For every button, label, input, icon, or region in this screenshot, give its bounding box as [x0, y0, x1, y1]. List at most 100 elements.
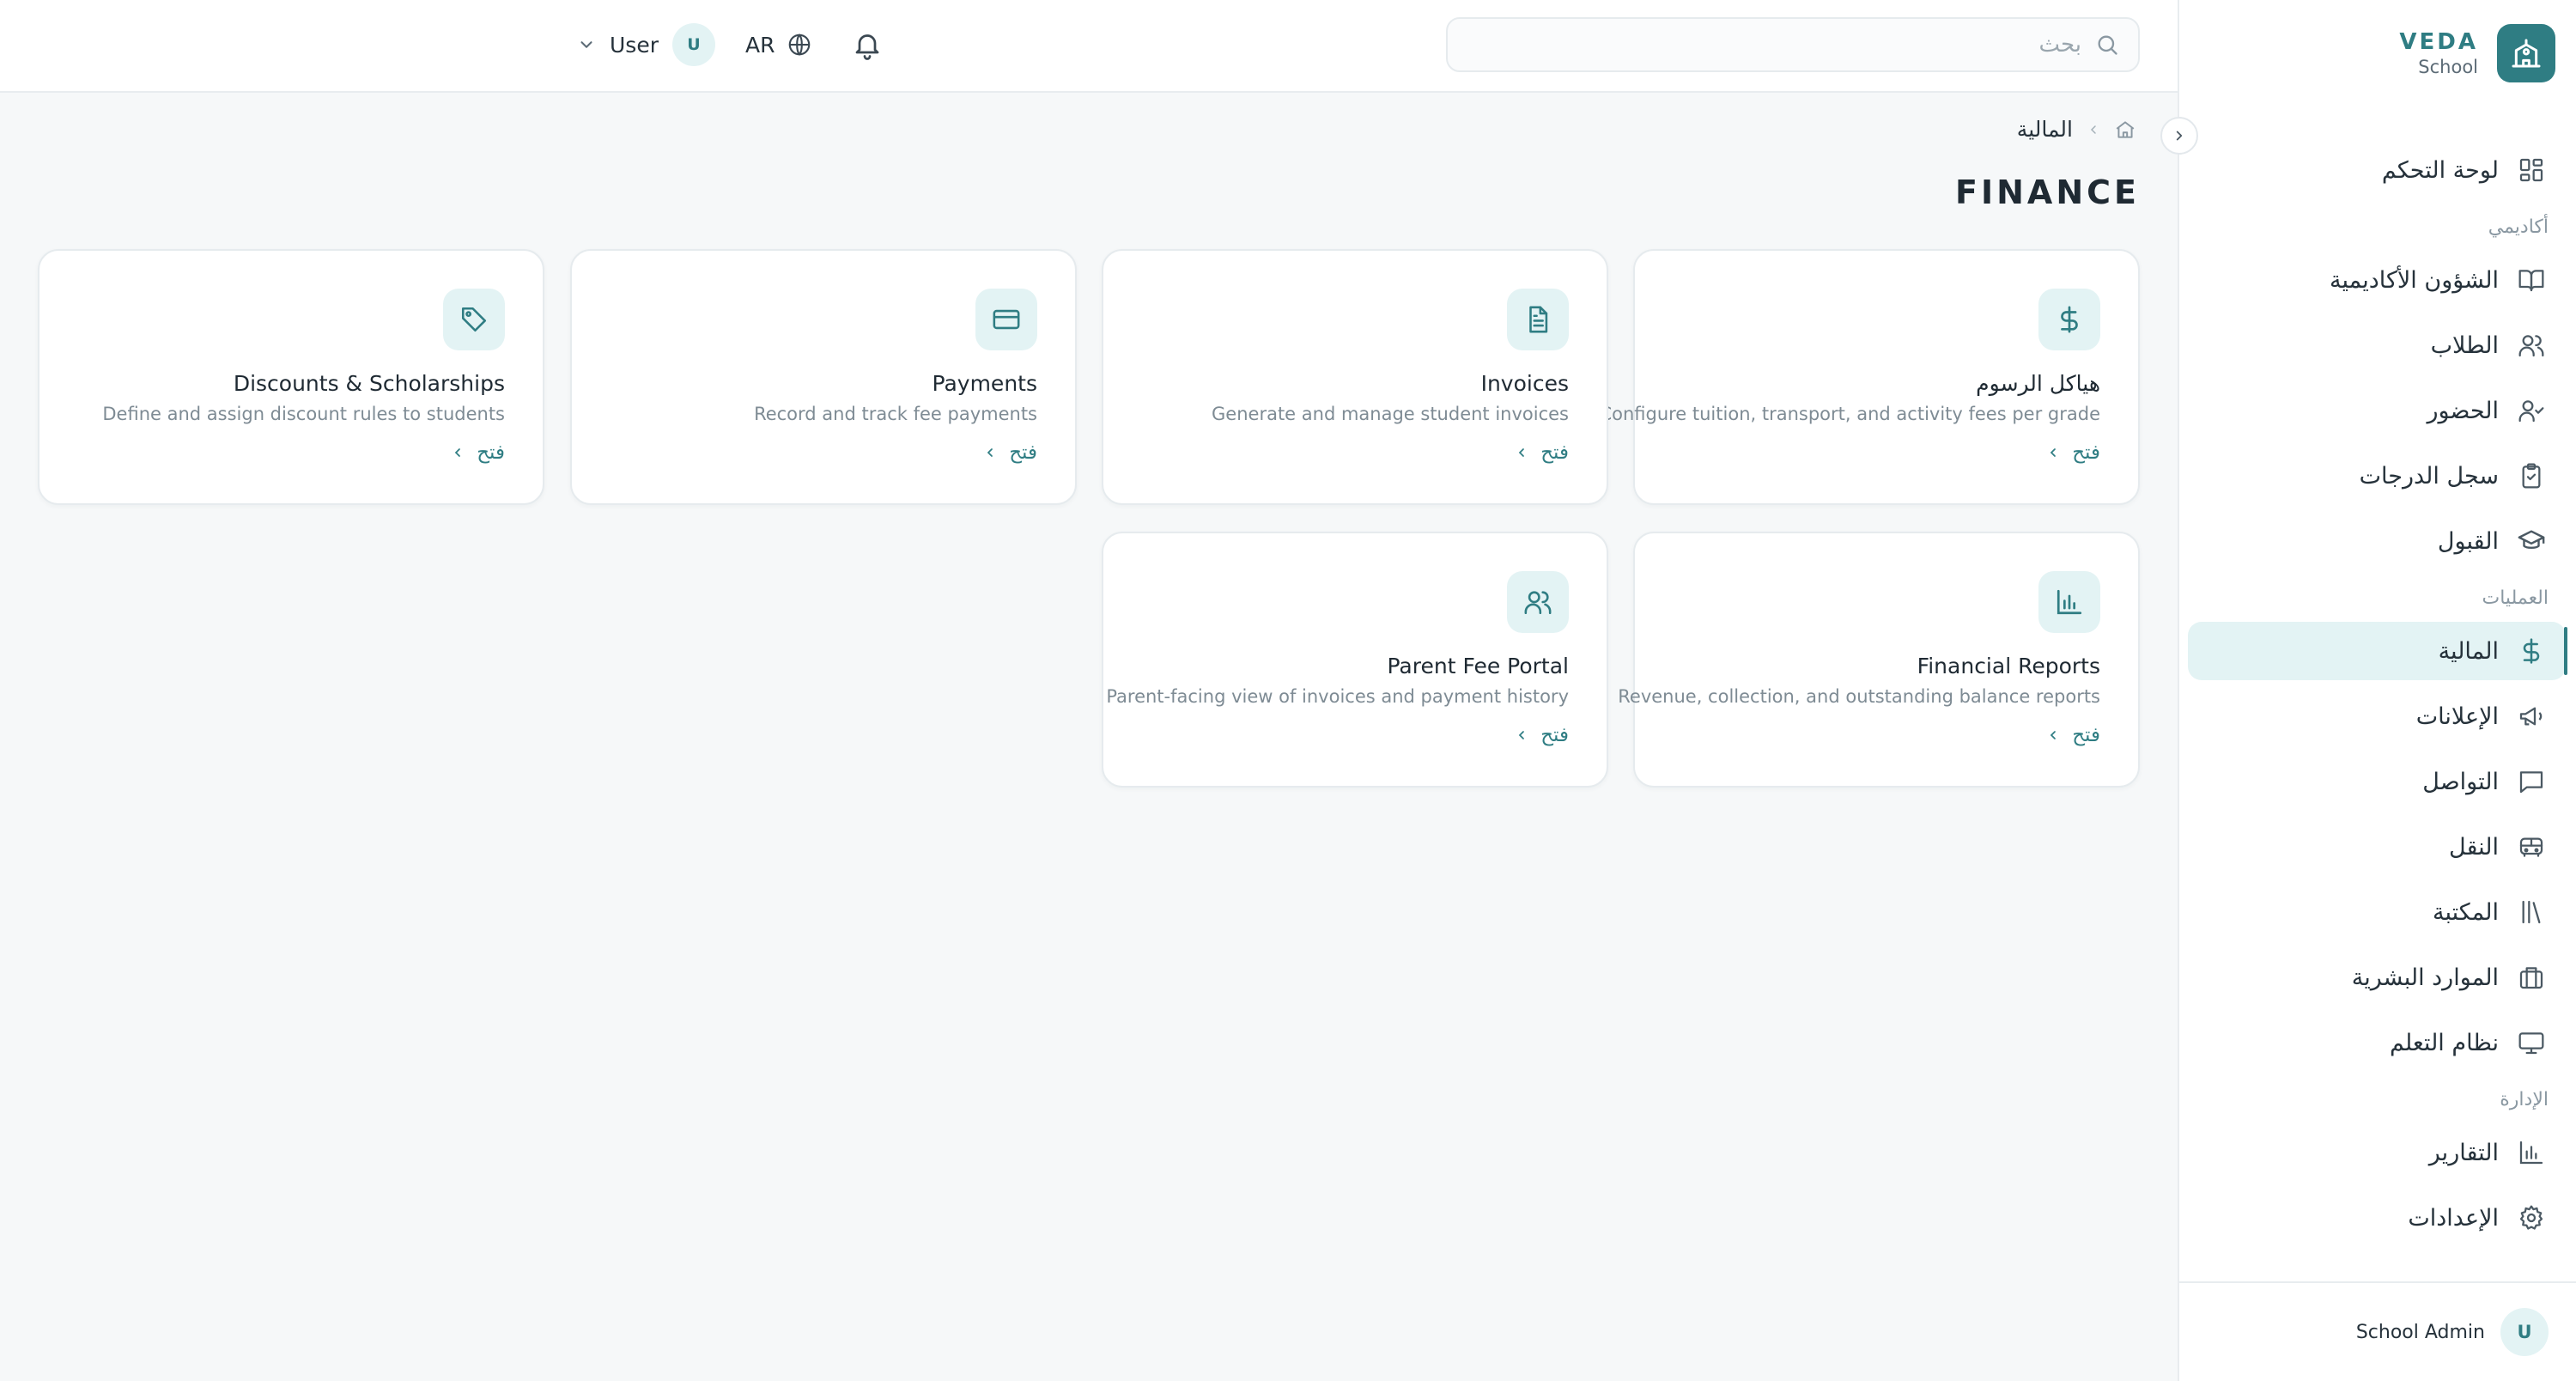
parent-fee-portal-card[interactable]: Parent Fee Portal Parent-facing view of … — [1102, 532, 1608, 788]
language-switcher[interactable]: AR — [745, 26, 812, 64]
megaphone-icon — [2516, 701, 2547, 732]
open-label: فتح — [1540, 441, 1569, 464]
search-input[interactable] — [1498, 27, 2081, 62]
avatar: U — [671, 23, 715, 66]
card-description: Parent-facing view of invoices and payme… — [1106, 686, 1569, 707]
nav-section-operations: العمليات — [2482, 587, 2549, 609]
bar-chart-icon — [2038, 571, 2100, 633]
sidebar-item-lms[interactable]: نظام التعلم — [2188, 1013, 2566, 1072]
chevron-down-icon — [580, 41, 592, 48]
bus-icon — [2516, 831, 2547, 862]
sidebar-item-label: الحضور — [2427, 397, 2499, 424]
avatar: U — [2500, 1308, 2549, 1356]
card-description: Revenue, collection, and outstanding bal… — [1618, 686, 2100, 707]
card-title: هياكل الرسوم — [1976, 371, 2100, 396]
invoices-card[interactable]: Invoices Generate and manage student inv… — [1102, 249, 1608, 505]
bar-chart-icon — [2516, 1137, 2547, 1168]
fee-structures-card[interactable]: هياكل الرسوم Configure tuition, transpor… — [1599, 249, 2140, 505]
chevron-left-icon — [2090, 125, 2096, 134]
book-icon — [2516, 265, 2547, 295]
open-link[interactable]: فتح — [1515, 441, 1569, 464]
sidebar-item-label: التواصل — [2422, 768, 2499, 795]
open-link[interactable]: فتح — [451, 441, 505, 464]
card-title: Financial Reports — [1917, 654, 2100, 678]
card-description: Configure tuition, transport, and activi… — [1599, 404, 2100, 424]
sidebar-item-label: الموارد البشرية — [2351, 964, 2499, 991]
chevron-left-icon — [987, 448, 993, 457]
sidebar-item-hr[interactable]: الموارد البشرية — [2188, 948, 2566, 1007]
chevron-left-icon — [1518, 731, 1525, 739]
sidebar-item-label: المكتبة — [2432, 898, 2499, 926]
open-link[interactable]: فتح — [1515, 724, 1569, 746]
notifications-button[interactable] — [848, 24, 886, 65]
school-logo-icon — [2497, 24, 2555, 82]
sidebar-item-reports[interactable]: التقارير — [2188, 1123, 2566, 1182]
dollar-icon — [2038, 289, 2100, 350]
sidebar-item-label: سجل الدرجات — [2359, 462, 2499, 490]
nav-section-academic: أكاديمي — [2488, 216, 2549, 238]
collapse-sidebar-button[interactable] — [2160, 117, 2198, 155]
clipboard-check-icon — [2516, 460, 2547, 491]
sidebar-item-label: الشؤون الأكاديمية — [2330, 266, 2499, 294]
sidebar-item-label: النقل — [2449, 833, 2499, 861]
brand[interactable]: VEDA School — [2399, 24, 2555, 82]
open-label: فتح — [2072, 724, 2100, 746]
sidebar-item-dashboard[interactable]: لوحة التحكم — [2188, 141, 2566, 199]
card-description: Define and assign discount rules to stud… — [102, 404, 505, 424]
card-title: Parent Fee Portal — [1387, 654, 1569, 678]
search-icon — [2098, 35, 2117, 55]
users-icon — [2516, 330, 2547, 361]
brand-subtitle: School — [2418, 57, 2478, 77]
search-box[interactable] — [1446, 17, 2140, 72]
payments-card[interactable]: Payments Record and track fee payments ف… — [570, 249, 1077, 505]
gear-icon — [2516, 1202, 2547, 1233]
chevron-right-icon — [2176, 131, 2183, 141]
nav-section-admin: الإدارة — [2500, 1089, 2549, 1110]
sidebar-item-admissions[interactable]: القبول — [2188, 512, 2566, 570]
sidebar-user[interactable]: U School Admin — [2178, 1281, 2576, 1381]
open-link[interactable]: فتح — [2046, 724, 2100, 746]
home-icon[interactable] — [2114, 119, 2136, 141]
sidebar-item-label: نظام التعلم — [2390, 1029, 2499, 1056]
sidebar-item-label: لوحة التحكم — [2381, 156, 2499, 184]
credit-card-icon — [975, 289, 1037, 350]
brand-name: VEDA — [2399, 29, 2478, 55]
user-name: User — [610, 32, 659, 58]
sidebar-item-label: القبول — [2437, 527, 2499, 555]
sidebar-item-settings[interactable]: الإعدادات — [2188, 1189, 2566, 1247]
card-description: Generate and manage student invoices — [1212, 404, 1569, 424]
user-role-label: School Admin — [2355, 1321, 2485, 1343]
sidebar-item-students[interactable]: الطلاب — [2188, 316, 2566, 374]
discounts-card[interactable]: Discounts & Scholarships Define and assi… — [38, 249, 544, 505]
dollar-icon — [2516, 636, 2547, 666]
card-title: Discounts & Scholarships — [233, 371, 505, 396]
open-link[interactable]: فتح — [2046, 441, 2100, 464]
sidebar-item-gradebook[interactable]: سجل الدرجات — [2188, 447, 2566, 505]
sidebar-item-library[interactable]: المكتبة — [2188, 883, 2566, 941]
document-icon — [1507, 289, 1569, 350]
sidebar-item-announcements[interactable]: الإعلانات — [2188, 687, 2566, 745]
sidebar-item-label: الطلاب — [2430, 332, 2499, 359]
bell-icon — [855, 34, 879, 60]
graduation-cap-icon — [2516, 526, 2547, 557]
chevron-left-icon — [454, 448, 461, 457]
sidebar-item-academic-affairs[interactable]: الشؤون الأكاديمية — [2188, 251, 2566, 309]
financial-reports-card[interactable]: Financial Reports Revenue, collection, a… — [1618, 532, 2140, 788]
sidebar-item-label: الإعلانات — [2415, 703, 2499, 730]
open-label: فتح — [1009, 441, 1037, 464]
open-label: فتح — [477, 441, 505, 464]
globe-icon — [789, 33, 811, 56]
open-label: فتح — [1540, 724, 1569, 746]
users-icon — [1507, 571, 1569, 633]
user-menu[interactable]: User U — [577, 22, 715, 67]
chevron-left-icon — [2050, 731, 2057, 739]
sidebar-item-attendance[interactable]: الحضور — [2188, 381, 2566, 440]
sidebar-item-finance[interactable]: المالية — [2188, 622, 2567, 680]
language-label: AR — [745, 32, 775, 58]
sidebar-item-label: الإعدادات — [2408, 1204, 2499, 1232]
sidebar-item-communication[interactable]: التواصل — [2188, 752, 2566, 811]
library-icon — [2516, 897, 2547, 928]
open-link[interactable]: فتح — [983, 441, 1037, 464]
sidebar-item-transport[interactable]: النقل — [2188, 818, 2566, 876]
breadcrumb: المالية — [2017, 117, 2136, 142]
